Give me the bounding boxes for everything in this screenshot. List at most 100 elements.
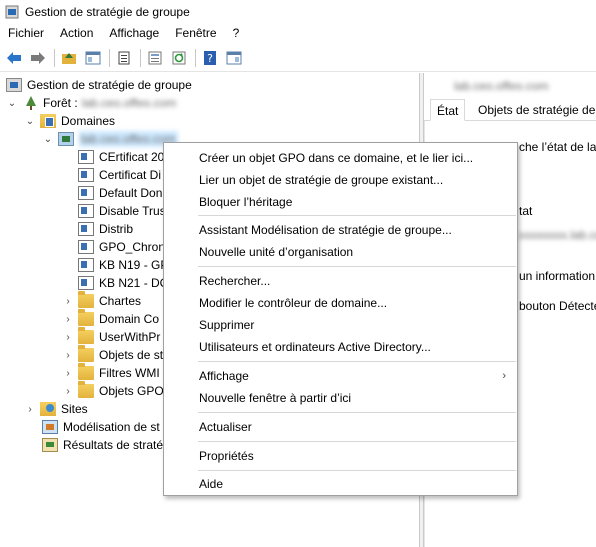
toolbar-separator (195, 48, 196, 67)
tree-label: Filtres WMI (99, 366, 160, 380)
window-title: Gestion de stratégie de groupe (25, 4, 190, 19)
menu-affichage[interactable]: Affichage (101, 23, 167, 44)
menu-block-inheritance[interactable]: Bloquer l’héritage (165, 191, 516, 213)
forward-arrow-icon[interactable] (28, 48, 48, 68)
menu-delete[interactable]: Supprimer (165, 314, 516, 336)
tree-label: Forêt : (43, 96, 78, 110)
tree-domain[interactable]: ⌄ lab.ceo.offeo.com (42, 130, 178, 148)
tree-gpo-link[interactable]: Distrib (78, 220, 133, 238)
tree-label: Distrib (99, 222, 134, 236)
tree-label: GPO_Chron (99, 240, 166, 254)
menu-refresh[interactable]: Actualiser (165, 416, 516, 438)
tree-modeling[interactable]: Modélisation de st (42, 418, 160, 436)
menu-search[interactable]: Rechercher... (165, 270, 516, 292)
tree-label: KB N21 - DC (99, 276, 169, 290)
tree-label: Sites (61, 402, 88, 416)
title-bar: Gestion de stratégie de groupe (0, 0, 596, 23)
tree-wmi-filters[interactable]: › Filtres WMI (62, 363, 160, 382)
tree-gpo-link[interactable]: Certificat Di (78, 166, 161, 184)
domains-folder-icon (40, 114, 56, 128)
tree-gpo-link[interactable]: KB N19 - GP (78, 256, 168, 274)
gpo-link-icon (78, 204, 94, 218)
tree-gpo-link[interactable]: CErtificat 20 (78, 148, 164, 166)
ou-folder-icon (78, 327, 94, 344)
chevron-down-icon[interactable]: ⌄ (24, 115, 36, 127)
menu-new-window[interactable]: Nouvelle fenêtre à partir d’ici (165, 387, 516, 409)
forest-icon (22, 96, 38, 110)
tab-etat[interactable]: État (430, 99, 466, 121)
chevron-right-icon[interactable]: › (24, 403, 36, 415)
ou-folder-icon (78, 291, 94, 308)
tree-gpo-container[interactable]: › Objets de st (62, 345, 164, 364)
tree-ou[interactable]: › UserWithPr (62, 327, 160, 346)
tree-results[interactable]: Résultats de stratég (42, 436, 170, 454)
menu-view[interactable]: Affichage › (165, 365, 516, 387)
gpo-link-icon (78, 222, 94, 236)
details-tabs: État Objets de stratégie de g (424, 99, 596, 121)
details-title: lab.ceo.offeo.com (454, 79, 549, 93)
properties-icon[interactable] (145, 48, 165, 68)
back-arrow-icon[interactable] (4, 48, 24, 68)
wmi-folder-icon (78, 363, 94, 380)
menu-new-ou[interactable]: Nouvelle unité d’organisation (165, 241, 516, 263)
gpo-link-icon (78, 276, 94, 290)
chevron-down-icon[interactable]: ⌄ (6, 97, 18, 109)
tree-domains[interactable]: ⌄ Domaines (24, 112, 115, 130)
gpo-link-icon (78, 258, 94, 272)
status-value: xxxxxxxx.lab.ceo (519, 228, 596, 242)
tree-gpo-link[interactable]: KB N21 - DC (78, 274, 168, 292)
menu-separator (198, 361, 516, 362)
console-icon[interactable] (224, 48, 244, 68)
tree-gpo-link[interactable]: Disable Trus (78, 202, 166, 220)
menu-help[interactable]: ? (225, 23, 248, 44)
menu-link-existing-gpo[interactable]: Lier un objet de stratégie de groupe exi… (165, 169, 516, 191)
tree-ou[interactable]: › Chartes (62, 291, 142, 310)
chevron-right-icon[interactable]: › (62, 295, 74, 307)
tree-gpo-link[interactable]: GPO_Chron (78, 238, 165, 256)
menu-bar: Fichier Action Affichage Fenêtre ? (0, 23, 596, 44)
chevron-right-icon[interactable]: › (62, 313, 74, 325)
domain-icon (58, 132, 74, 146)
forest-name: lab.ceo.offeo.com (81, 96, 177, 110)
gpo-link-icon (78, 150, 94, 164)
menu-ad-users-computers[interactable]: Utilisateurs et ordinateurs Active Direc… (165, 336, 516, 358)
menu-separator (198, 470, 516, 471)
gpo-link-icon (78, 186, 94, 200)
tree-label: KB N19 - GP (99, 258, 169, 272)
menu-fenetre[interactable]: Fenêtre (167, 23, 224, 44)
tree-starter-gpo[interactable]: › Objets GPO (62, 381, 164, 400)
chevron-right-icon[interactable]: › (62, 349, 74, 361)
up-folder-icon[interactable] (59, 48, 79, 68)
chevron-right-icon[interactable]: › (62, 367, 74, 379)
menu-action[interactable]: Action (52, 23, 101, 44)
chevron-right-icon[interactable]: › (62, 385, 74, 397)
menu-properties[interactable]: Propriétés (165, 445, 516, 467)
help-icon[interactable]: ? (200, 48, 220, 68)
tree-gpo-link[interactable]: Default Don (78, 184, 162, 202)
status-text: che l’état de la ré (519, 140, 596, 154)
tree-forest[interactable]: ⌄ Forêt : lab.ceo.offeo.com (6, 94, 176, 112)
tree-sites[interactable]: › Sites (24, 400, 88, 418)
chevron-right-icon[interactable]: › (62, 331, 74, 343)
info-text: un information de (519, 269, 596, 283)
menu-help-item[interactable]: Aide (165, 473, 516, 495)
tree-root[interactable]: Gestion de stratégie de groupe (6, 76, 192, 94)
results-icon (42, 438, 58, 452)
tree-label: Objets de st (99, 348, 164, 362)
tree-ou[interactable]: › Domain Co (62, 309, 159, 328)
show-hide-tree-icon[interactable] (83, 48, 103, 68)
svg-text:?: ? (207, 52, 213, 65)
refresh-icon[interactable] (169, 48, 189, 68)
menu-change-dc[interactable]: Modifier le contrôleur de domaine... (165, 292, 516, 314)
gpo-container-icon (78, 345, 94, 362)
sites-icon (40, 402, 56, 416)
tree-label: Modélisation de st (63, 420, 160, 434)
menu-create-gpo-link[interactable]: Créer un objet GPO dans ce domaine, et l… (165, 147, 516, 169)
tree-label: Chartes (99, 294, 142, 308)
chevron-down-icon[interactable]: ⌄ (42, 133, 54, 145)
menu-modeling-wizard[interactable]: Assistant Modélisation de stratégie de g… (165, 219, 516, 241)
menu-separator (198, 412, 516, 413)
menu-fichier[interactable]: Fichier (0, 23, 52, 44)
clipboard-icon[interactable] (114, 48, 134, 68)
tab-objets-strategie[interactable]: Objets de stratégie de g (472, 99, 596, 121)
